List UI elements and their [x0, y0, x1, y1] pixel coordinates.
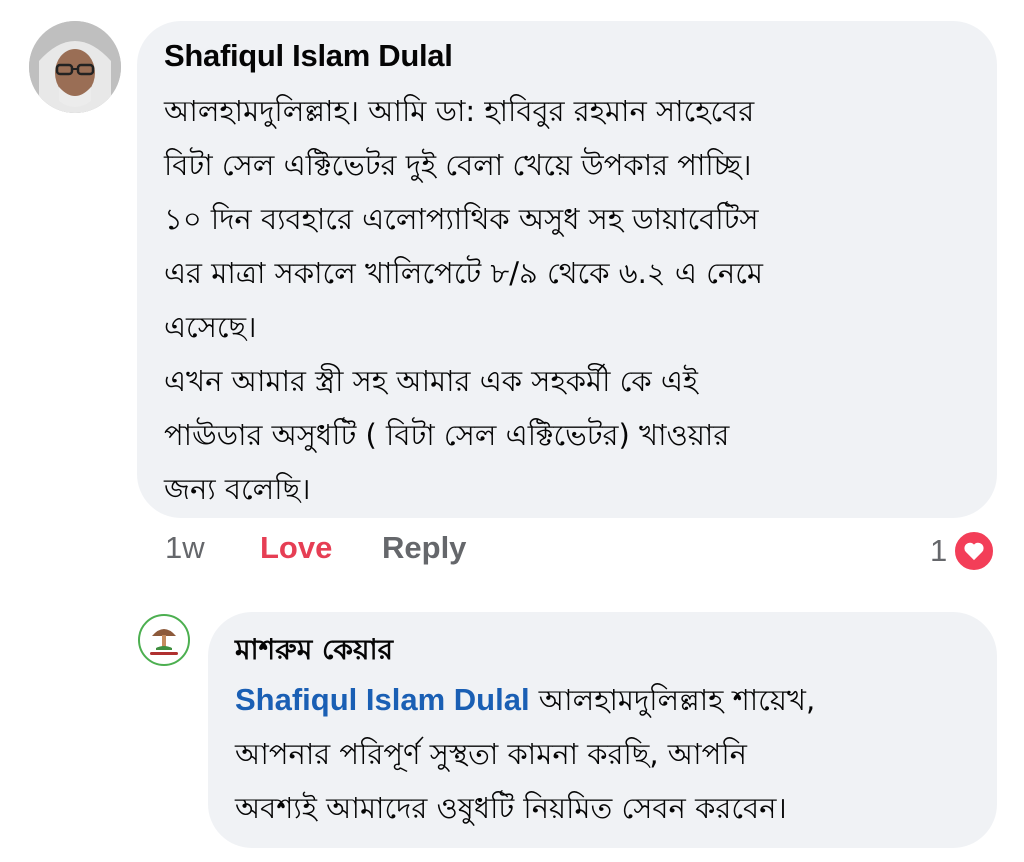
love-button[interactable]: Love [260, 530, 382, 566]
comment-timestamp[interactable]: 1w [165, 530, 260, 566]
comment-actions: 1w Love Reply [165, 530, 466, 566]
reaction-summary[interactable]: 1 [930, 530, 996, 572]
reply-author-name[interactable]: মাশরুম কেয়ার [235, 628, 393, 675]
commenter-avatar[interactable] [29, 21, 121, 113]
comment-line: বিটা সেল এক্টিভেটর দুই বেলা খেয়ে উপকার … [164, 148, 752, 182]
reply-line: আপনার পরিপূর্ণ সুস্থতা কামনা করছি, আপনি [235, 737, 747, 771]
replier-avatar[interactable] [138, 614, 190, 666]
comment-line: পাঊডার অসুধটি ( বিটা সেল এক্টিভেটর) খাওয… [164, 418, 730, 452]
reply-line-text: আলহামদুলিল্লাহ শায়েখ, [529, 683, 816, 717]
comment-line: আলহামদুলিল্লাহ। আমি ডা: হাবিবুর রহমান সা… [164, 94, 755, 128]
comment-line: জন্য বলেছি। [164, 472, 311, 506]
heart-icon [953, 530, 996, 572]
comment-author-name[interactable]: Shafiqul Islam Dulal [164, 38, 453, 74]
comment-line: এখন আমার স্ত্রী সহ আমার এক সহকর্মী কে এই [164, 364, 699, 398]
reaction-count: 1 [930, 533, 948, 568]
comment-line: এর মাত্রা সকালে খালিপেটে ৮/৯ থেকে ৬.২ এ … [164, 256, 763, 290]
comment-text: আলহামদুলিল্লাহ। আমি ডা: হাবিবুর রহমান সা… [164, 84, 964, 516]
mention-link[interactable]: Shafiqul Islam Dulal [235, 682, 530, 717]
reply-line: Shafiqul Islam Dulal আলহামদুলিল্লাহ শায়… [235, 673, 975, 727]
comment-line: ১০ দিন ব্যবহারে এলোপ্যাথিক অসুধ সহ ডায়া… [164, 202, 759, 236]
reply-text: Shafiqul Islam Dulal আলহামদুলিল্লাহ শায়… [235, 673, 975, 835]
reply-line: অবশ্যই আমাদের ওষুধটি নিয়মিত সেবন করবেন। [235, 791, 787, 825]
comment-line: এসেছে। [164, 310, 257, 344]
reply-button[interactable]: Reply [382, 530, 466, 566]
